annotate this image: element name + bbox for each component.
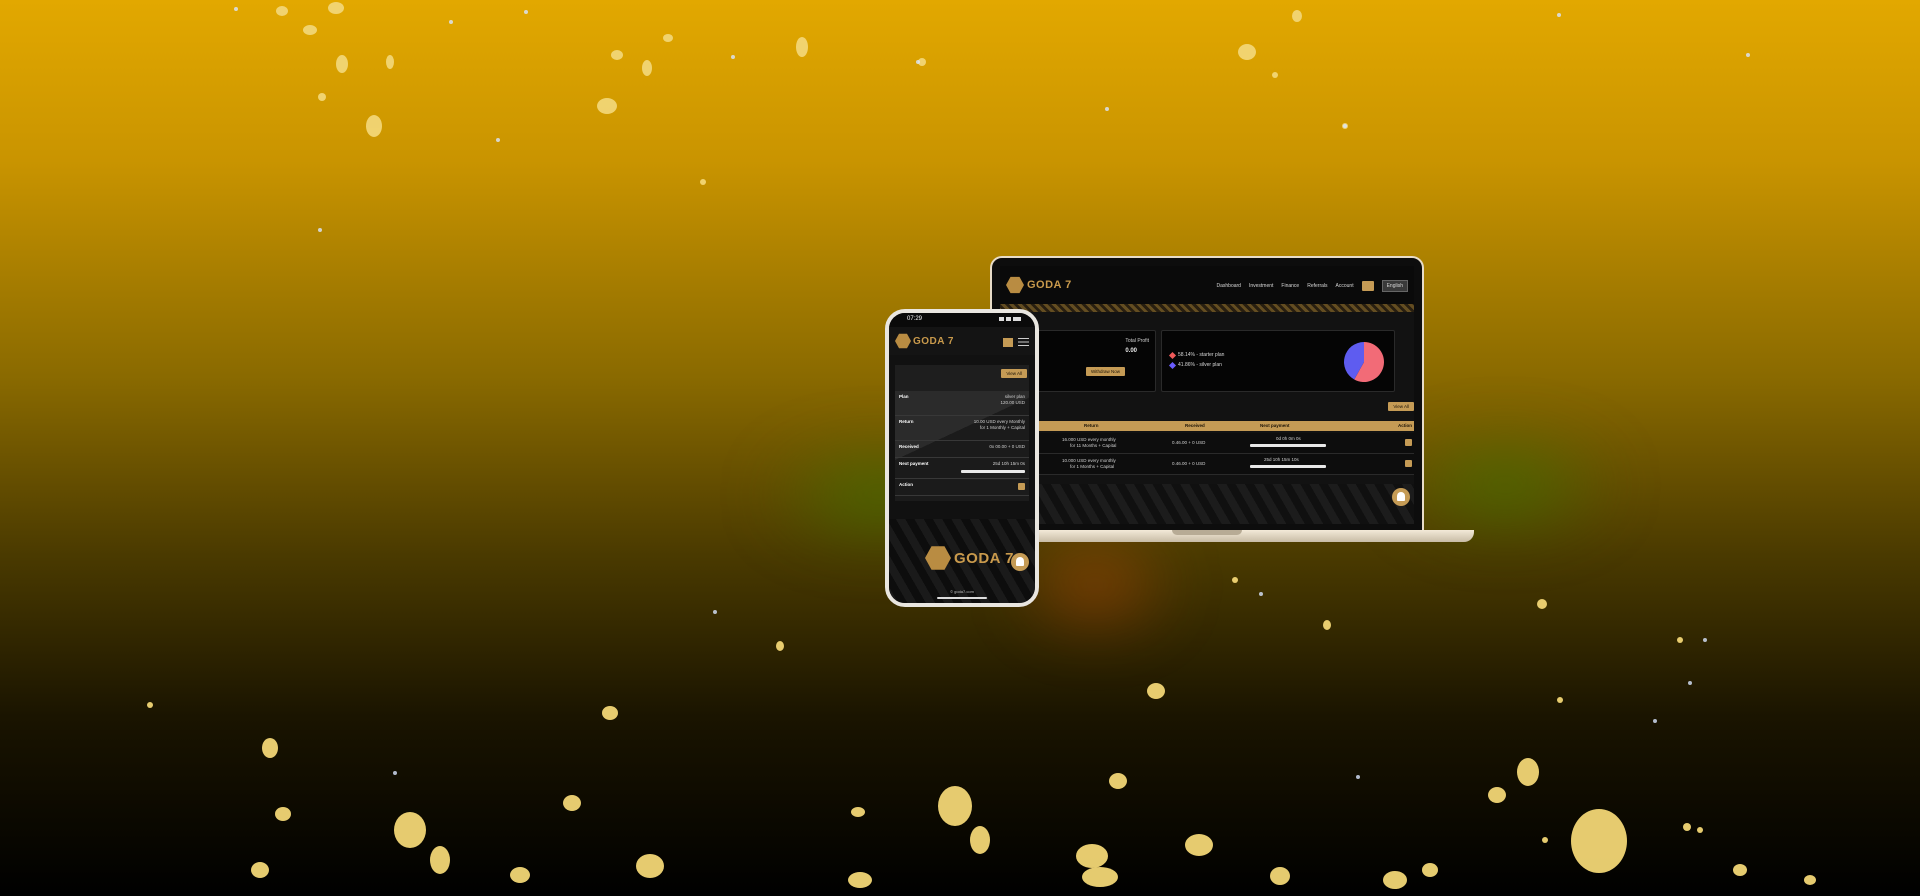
detail-row-next-payment: Next payment 25d 10h 15m 0s xyxy=(895,458,1029,479)
signal-battery-icon xyxy=(999,317,1021,321)
col-action: Action xyxy=(1398,423,1412,428)
notification-bell-icon[interactable] xyxy=(1011,553,1029,571)
total-profit-value: 0.00 xyxy=(1125,348,1137,354)
progress-bar xyxy=(1250,465,1326,468)
laptop-mockup: GODA 7 Dashboard Investment Finance Refe… xyxy=(990,256,1424,532)
progress-bar xyxy=(1250,444,1326,447)
investments-table-header: Return Received Next payment Action xyxy=(1000,421,1414,431)
status-time: 07:29 xyxy=(907,316,923,322)
nav-item-finance[interactable]: Finance xyxy=(1281,283,1299,289)
legend-item-starter: 58.14% - starter plan xyxy=(1168,351,1224,359)
detail-row-received: Received 0x 00.00 + 0 USD xyxy=(895,441,1029,458)
laptop-screen: GODA 7 Dashboard Investment Finance Refe… xyxy=(1000,266,1414,524)
home-indicator xyxy=(937,597,987,599)
language-select[interactable]: English xyxy=(1381,280,1408,292)
laptop-nav-menu: Dashboard Investment Finance Referrals A… xyxy=(1216,280,1408,292)
decorative-banner xyxy=(1000,304,1414,312)
laptop-logo[interactable]: GODA 7 xyxy=(1006,276,1072,294)
nav-item-investment[interactable]: Investment xyxy=(1249,283,1273,289)
row-action-button[interactable] xyxy=(1405,460,1412,467)
col-received: Received xyxy=(1185,423,1205,428)
row-action-button[interactable] xyxy=(1018,483,1025,490)
col-return: Return xyxy=(1084,423,1099,428)
logo-hexagon-icon xyxy=(1006,276,1024,294)
progress-bar xyxy=(961,470,1025,473)
logo-hexagon-icon xyxy=(925,546,951,570)
detail-row-plan: Plan silver plan 120.00 USD xyxy=(895,391,1029,416)
legend-diamond-icon xyxy=(1168,351,1177,359)
legend-item-silver: 41.86% - silver plan xyxy=(1168,361,1222,369)
user-icon[interactable] xyxy=(1003,338,1013,347)
laptop-footer xyxy=(1000,484,1414,524)
phone-navbar: GODA 7 xyxy=(889,327,1035,355)
row-action-button[interactable] xyxy=(1405,439,1412,446)
phone-status-bar: 07:29 xyxy=(889,313,1035,327)
table-row: 10.000 USD every monthly for 1 Months + … xyxy=(1000,454,1414,475)
legend-diamond-icon xyxy=(1168,361,1177,369)
user-icon[interactable] xyxy=(1361,281,1374,291)
total-profit-label: Total Profit xyxy=(1125,338,1149,344)
plans-pie-chart xyxy=(1344,342,1384,382)
investment-card: Plan silver plan 120.00 USD Return 10.00 … xyxy=(895,391,1029,501)
laptop-navbar: GODA 7 Dashboard Investment Finance Refe… xyxy=(1000,266,1414,306)
nav-item-account[interactable]: Account xyxy=(1336,283,1354,289)
footer-logo: GODA 7 xyxy=(925,545,1014,571)
detail-row-return: Return 10.00 USD every Monthly for 1 Mont… xyxy=(895,416,1029,441)
phone-footer: GODA 7 © goda7.com xyxy=(889,519,1035,603)
hamburger-menu-icon[interactable] xyxy=(1018,338,1029,346)
phone-investment-panel: View All Plan silver plan 120.00 USD Retu… xyxy=(895,365,1029,501)
col-next-payment: Next payment xyxy=(1260,423,1290,428)
table-row: 16.000 USD every monthly for 11 Months +… xyxy=(1000,433,1414,454)
plans-distribution-card: 58.14% - starter plan 41.86% - silver pl… xyxy=(1161,330,1395,392)
view-all-button[interactable]: View All xyxy=(1388,402,1414,411)
laptop-notch xyxy=(1172,530,1242,535)
withdraw-button[interactable]: Withdraw Now xyxy=(1086,367,1126,376)
logo-text: GODA 7 xyxy=(1027,279,1072,291)
footer-copyright: © goda7.com xyxy=(950,589,974,594)
phone-logo[interactable]: GODA 7 xyxy=(895,333,954,349)
nav-item-dashboard[interactable]: Dashboard xyxy=(1216,283,1240,289)
logo-hexagon-icon xyxy=(895,333,911,349)
phone-mockup: 07:29 GODA 7 View All Plan silver plan 12… xyxy=(885,309,1039,607)
view-all-button[interactable]: View All xyxy=(1001,369,1027,378)
nav-item-referrals[interactable]: Referrals xyxy=(1307,283,1327,289)
detail-row-action: Action xyxy=(895,479,1029,496)
notification-bell-icon[interactable] xyxy=(1392,488,1410,506)
